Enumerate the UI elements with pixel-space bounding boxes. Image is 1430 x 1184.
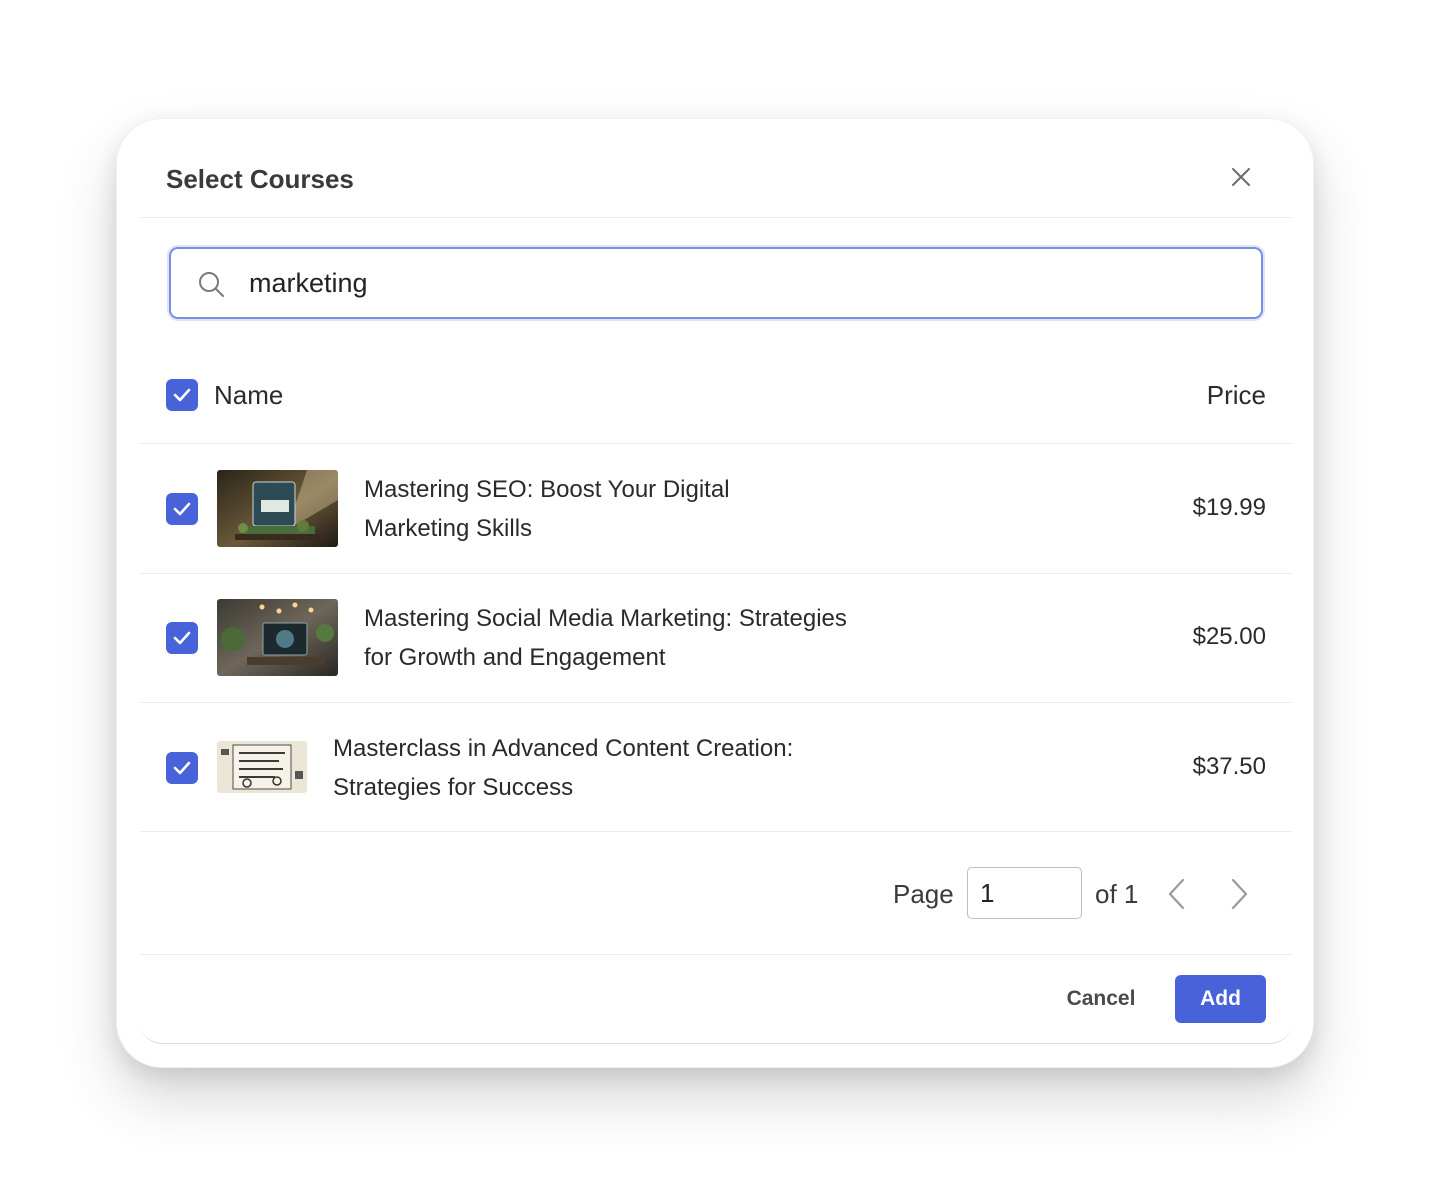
- course-price: $37.50: [1192, 753, 1266, 780]
- divider: [140, 831, 1292, 832]
- previous-page-button[interactable]: [1164, 877, 1190, 911]
- table-row[interactable]: Masterclass in Advanced Content Creation…: [140, 703, 1292, 832]
- course-name-line: Mastering Social Media Marketing: Strate…: [364, 605, 847, 632]
- checkmark-icon: [173, 761, 191, 775]
- row-checkbox[interactable]: [166, 622, 198, 654]
- course-thumbnail: [217, 599, 338, 676]
- table-row[interactable]: Mastering SEO: Boost Your Digital Market…: [140, 444, 1292, 573]
- course-name: Mastering Social Media Marketing: Strate…: [364, 599, 847, 677]
- course-price: $19.99: [1192, 494, 1266, 521]
- search-icon: [199, 272, 224, 297]
- dialog-title: Select Courses: [166, 164, 354, 194]
- close-button[interactable]: [1226, 162, 1256, 192]
- table-row[interactable]: Mastering Social Media Marketing: Strate…: [140, 574, 1292, 703]
- course-name-line: Mastering SEO: Boost Your Digital: [364, 476, 730, 503]
- next-page-button[interactable]: [1226, 877, 1252, 911]
- row-checkbox[interactable]: [166, 752, 198, 784]
- cancel-button[interactable]: Cancel: [1056, 975, 1146, 1023]
- course-name-line: for Growth and Engagement: [364, 644, 666, 671]
- dialog-header: Select Courses: [140, 126, 1292, 218]
- divider: [140, 954, 1292, 955]
- course-price: $25.00: [1192, 623, 1266, 650]
- row-checkbox[interactable]: [166, 493, 198, 525]
- column-header-name: Name: [214, 380, 284, 410]
- select-courses-dialog: Select Courses Name Price: [140, 126, 1292, 1044]
- course-thumbnail: [217, 741, 307, 793]
- checkmark-icon: [173, 631, 191, 645]
- checkmark-icon: [173, 502, 191, 516]
- course-name-line: Masterclass in Advanced Content Creation…: [333, 735, 794, 762]
- course-name: Mastering SEO: Boost Your Digital Market…: [364, 470, 730, 548]
- course-name: Masterclass in Advanced Content Creation…: [333, 729, 793, 807]
- select-all-checkbox[interactable]: [166, 379, 198, 411]
- course-name-line: Strategies for Success: [333, 774, 574, 801]
- checkmark-icon: [173, 388, 191, 402]
- column-header-price: Price: [1206, 380, 1266, 410]
- chevron-right-icon: [1231, 878, 1248, 910]
- page-label: Page: [893, 879, 954, 909]
- search-input[interactable]: [249, 262, 1229, 304]
- course-name-line: Marketing Skills: [364, 515, 533, 542]
- page-number-input[interactable]: [967, 867, 1082, 919]
- chevron-left-icon: [1168, 878, 1185, 910]
- search-field[interactable]: [169, 247, 1263, 319]
- course-thumbnail: [217, 470, 338, 547]
- add-button[interactable]: Add: [1175, 975, 1266, 1023]
- close-icon: [1232, 168, 1250, 186]
- page-total: of 1: [1095, 879, 1139, 909]
